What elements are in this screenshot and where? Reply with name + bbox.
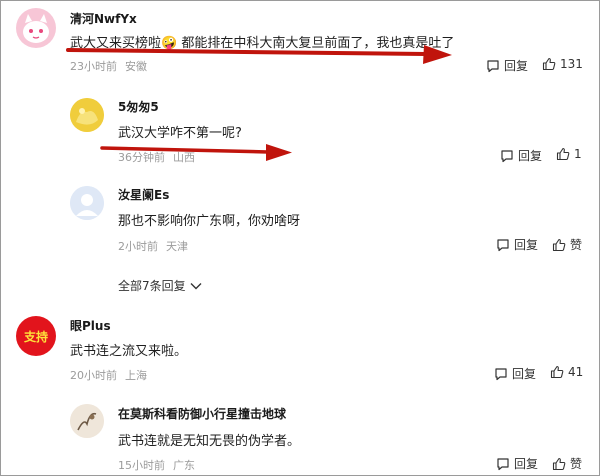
like-count: 41 (568, 365, 584, 379)
avatar[interactable] (70, 186, 104, 220)
timestamp: 15小时前 (118, 459, 165, 472)
comment-icon (495, 367, 507, 380)
comment-text: 武书连就是无知无畏的伪学者。 (118, 434, 301, 449)
chevron-down-icon (190, 282, 202, 289)
like-button[interactable]: 赞 (552, 236, 582, 253)
thumbs-up-icon (552, 238, 566, 251)
like-button[interactable]: 131 (542, 57, 583, 71)
reply-label: 回复 (514, 457, 539, 471)
location: 上海 (125, 369, 147, 382)
thumbs-up-icon (552, 457, 566, 470)
comment-icon (497, 238, 509, 251)
reply-label: 回复 (504, 59, 529, 73)
comment-text: 那也不影响你广东啊，你劝啥呀 (118, 214, 301, 229)
username[interactable]: 清河NwfYx (70, 10, 137, 27)
reply-label: 回复 (518, 149, 543, 163)
timestamp: 20小时前 (70, 369, 117, 382)
username[interactable]: 在莫斯科看防御小行星撞击地球 (118, 405, 286, 422)
reply-label: 回复 (514, 238, 539, 252)
avatar-text: 支持 (23, 329, 48, 344)
username[interactable]: 5匆匆5 (118, 98, 159, 115)
red-arrow-annotation (100, 144, 292, 161)
like-count: 131 (560, 57, 583, 71)
thumbs-up-icon (556, 147, 570, 161)
expand-replies-button[interactable]: 全部7条回复 (118, 277, 202, 294)
reply-button[interactable]: 回复 (496, 236, 538, 253)
like-button[interactable]: 1 (556, 147, 582, 161)
timestamp: 2小时前 (118, 240, 158, 253)
comment-meta: 15小时前 广东 (118, 457, 195, 473)
location: 天津 (166, 240, 188, 253)
like-count: 1 (574, 147, 582, 161)
username[interactable]: 眼Plus (70, 317, 111, 334)
reply-label: 回复 (512, 367, 537, 381)
like-label: 赞 (570, 238, 583, 252)
avatar[interactable] (70, 98, 104, 132)
like-button[interactable]: 41 (550, 365, 583, 379)
expand-replies-label: 全部7条回复 (118, 279, 186, 293)
thumbs-up-icon (550, 365, 564, 379)
like-label: 赞 (570, 457, 583, 471)
avatar[interactable] (16, 8, 56, 48)
username[interactable]: 汝星阑Es (118, 186, 169, 203)
reply-button[interactable]: 回复 (496, 455, 538, 472)
comment-meta: 2小时前 天津 (118, 238, 188, 254)
avatar[interactable]: 支持 (16, 316, 56, 356)
avatar[interactable] (70, 404, 104, 438)
red-arrow-annotation (66, 45, 452, 64)
reply-button[interactable]: 回复 (494, 365, 536, 382)
comment-icon (497, 457, 509, 470)
comment-meta: 20小时前 上海 (70, 367, 147, 383)
comment-icon (501, 149, 513, 162)
like-button[interactable]: 赞 (552, 455, 582, 472)
comment-text: 武汉大学咋不第一呢? (118, 126, 242, 141)
location: 广东 (173, 459, 195, 472)
thumbs-up-icon (542, 57, 556, 71)
reply-button[interactable]: 回复 (486, 57, 528, 74)
comment-icon (487, 59, 499, 72)
comment-text: 武书连之流又来啦。 (70, 344, 188, 359)
reply-button[interactable]: 回复 (500, 147, 542, 164)
